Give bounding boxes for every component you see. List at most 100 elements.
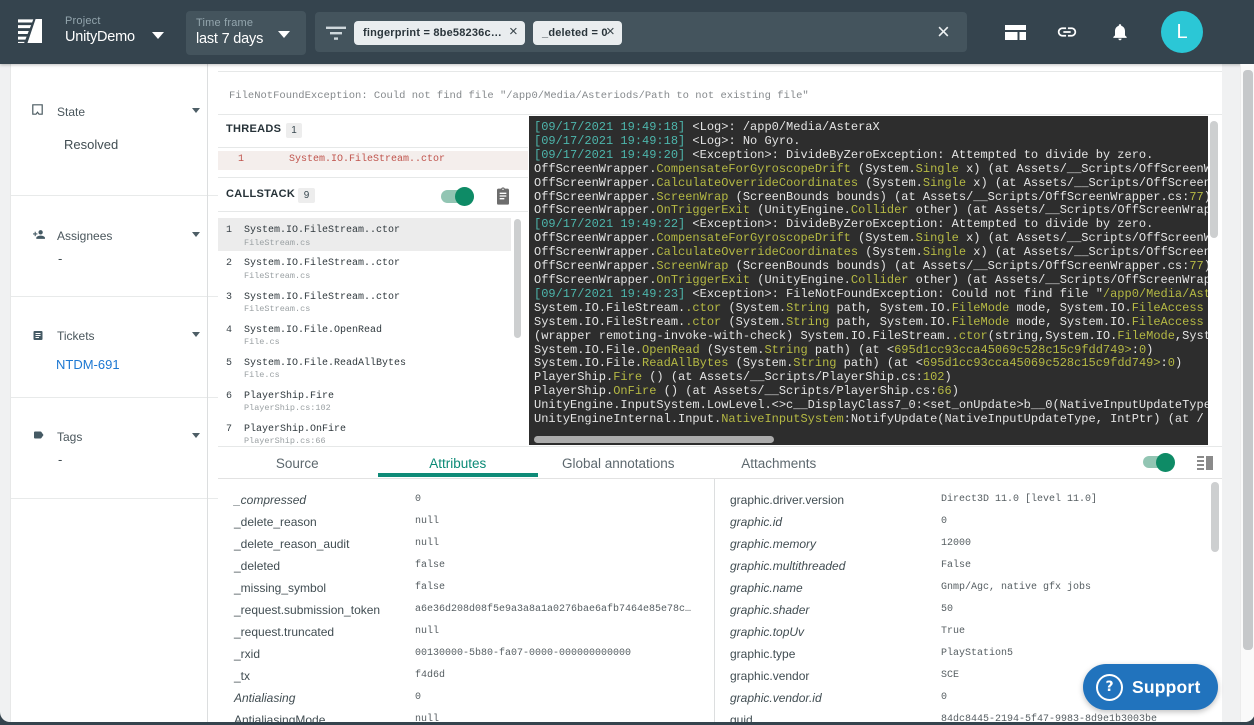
attribute-value: null xyxy=(415,516,439,527)
timeframe-value: last 7 days xyxy=(196,31,263,47)
link-icon[interactable] xyxy=(1056,21,1078,43)
frame-number: 7 xyxy=(226,424,232,435)
frame-number: 1 xyxy=(226,225,232,236)
callstack-toggle-knob[interactable] xyxy=(455,187,474,206)
callstack-frame[interactable]: 7PlayerShip.OnFirePlayerShip.cs:66 xyxy=(218,416,511,449)
console-line: System.IO.File.OpenRead (System.String p… xyxy=(534,344,1208,358)
frame-function: System.IO.FileStream..ctor xyxy=(244,225,400,236)
copy-callstack-clipboard-icon[interactable] xyxy=(495,187,511,205)
callstack-frame[interactable]: 5System.IO.File.ReadAllBytesFile.cs xyxy=(218,350,511,383)
sidebar-section-value: - xyxy=(58,251,62,266)
callstack-heading: CALLSTACK xyxy=(226,188,295,200)
page-scrollbar-thumb[interactable] xyxy=(1243,70,1253,650)
callstack-frame[interactable]: 4System.IO.File.OpenReadFile.cs xyxy=(218,317,511,350)
attribute-name: graphic.vendor xyxy=(730,669,809,683)
timeframe-caret-icon xyxy=(278,31,290,38)
console-line: PlayerShip.OnFire () (at Assets/__Script… xyxy=(534,385,1208,399)
project-dropdown-caret-icon[interactable] xyxy=(152,32,164,39)
tab-attachments[interactable]: Attachments xyxy=(699,448,860,478)
sidebar-section-value: - xyxy=(58,452,62,467)
search-bar[interactable]: fingerprint = 8be58236c…×_deleted = 0× × xyxy=(315,12,967,52)
attribute-name: guid xyxy=(730,713,753,723)
console-line: System.IO.FileStream..ctor (System.Strin… xyxy=(534,316,1208,330)
attribute-name: _missing_symbol xyxy=(234,581,326,595)
thread-number: 1 xyxy=(238,154,244,165)
console-line: OffScreenWrapper.ScreenWrap (ScreenBound… xyxy=(534,191,1208,205)
frame-number: 3 xyxy=(226,292,232,303)
frame-file: File.cs xyxy=(244,337,280,347)
filter-chip-remove-icon[interactable]: × xyxy=(606,23,615,40)
timeframe-selector[interactable]: Time frame last 7 days xyxy=(186,11,306,55)
divider xyxy=(218,211,528,212)
attribute-name: AntialiasingMode xyxy=(234,713,325,723)
section-chevron-icon[interactable] xyxy=(192,332,200,337)
console-line: PlayerShip.Fire () (at Assets/__Scripts/… xyxy=(534,371,1208,385)
attributes-toggle-knob[interactable] xyxy=(1156,453,1175,472)
callstack-frame[interactable]: 6PlayerShip.FirePlayerShip.cs:102 xyxy=(218,383,511,416)
user-avatar[interactable]: L xyxy=(1161,11,1203,53)
attribute-name: graphic.type xyxy=(730,647,795,661)
callstack-frame[interactable]: 3System.IO.FileStream..ctorFileStream.cs xyxy=(218,284,511,317)
filter-chip-remove-icon[interactable]: × xyxy=(509,23,518,40)
support-label: Support xyxy=(1132,677,1200,698)
section-chevron-icon[interactable] xyxy=(192,232,200,237)
attribute-name: _rxid xyxy=(234,647,260,661)
view-list-icon[interactable] xyxy=(1197,456,1213,470)
section-chevron-icon[interactable] xyxy=(192,108,200,113)
dashboard-icon[interactable] xyxy=(1005,25,1026,40)
callstack-scrollbar[interactable] xyxy=(514,219,521,338)
attribute-value: SCE xyxy=(941,670,959,681)
frame-file: PlayerShip.cs:102 xyxy=(244,403,331,413)
filter-icon xyxy=(326,26,346,40)
issue-sidebar: StateResolvedAssignees-TicketsNTDM-691Ta… xyxy=(10,64,218,722)
attribute-name: _compressed xyxy=(234,493,306,507)
tags-icon xyxy=(32,429,45,441)
search-clear-button[interactable]: × xyxy=(937,21,950,43)
sidebar-section-value[interactable]: NTDM-691 xyxy=(56,357,120,372)
section-chevron-icon[interactable] xyxy=(192,433,200,438)
attribute-value: 12000 xyxy=(941,538,971,549)
tickets-icon xyxy=(32,329,44,342)
attribute-name: graphic.multithreaded xyxy=(730,559,845,573)
backtrace-logo-icon[interactable] xyxy=(18,19,42,44)
frame-function: System.IO.FileStream..ctor xyxy=(244,292,400,303)
callstack-frame[interactable]: 2System.IO.FileStream..ctorFileStream.cs xyxy=(218,251,511,284)
attribute-name: _delete_reason_audit xyxy=(234,537,349,551)
divider xyxy=(218,114,1222,115)
console-line: UnityEngineInternal.Input.NativeInputSys… xyxy=(534,413,1208,427)
filter-chip-text: fingerprint = 8be58236c… xyxy=(363,27,502,39)
upper-panel-scrollbar[interactable] xyxy=(1210,121,1218,238)
threads-heading: THREADS xyxy=(226,123,281,135)
timeframe-label: Time frame xyxy=(196,17,253,29)
console-line: OffScreenWrapper.CompensateForGyroscopeD… xyxy=(534,232,1208,246)
attribute-name: _request.truncated xyxy=(234,625,334,639)
filter-chip[interactable]: _deleted = 0× xyxy=(533,21,622,45)
attribute-value: Gnmp/Agc, native gfx jobs xyxy=(941,582,1091,593)
filter-chip[interactable]: fingerprint = 8be58236c… × xyxy=(354,21,525,45)
console-line: OffScreenWrapper.CalculateOverrideCoordi… xyxy=(534,246,1208,260)
sidebar-section-label: State xyxy=(57,105,85,119)
attribute-name: _request.submission_token xyxy=(234,603,380,617)
page-scrollbar[interactable] xyxy=(1240,64,1254,722)
sidebar-section-label: Assignees xyxy=(57,229,112,243)
project-name[interactable]: UnityDemo xyxy=(65,29,135,45)
threads-count-badge: 1 xyxy=(286,123,302,138)
thread-row[interactable]: 1 System.IO.FileStream..ctor xyxy=(218,151,528,170)
notifications-bell-icon[interactable] xyxy=(1110,22,1130,42)
callstack-frame[interactable]: 1System.IO.FileStream..ctorFileStream.cs xyxy=(218,218,511,251)
attribute-name: graphic.driver.version xyxy=(730,493,844,507)
divider xyxy=(218,478,1222,479)
attributes-scrollbar[interactable] xyxy=(1211,482,1219,552)
console-hscrollbar[interactable] xyxy=(534,436,774,443)
attribute-name: graphic.shader xyxy=(730,603,809,617)
console-line: [09/17/2021 19:49:23] <Exception>: FileN… xyxy=(534,288,1208,302)
tab-source[interactable]: Source xyxy=(217,448,378,478)
tab-global-annotations[interactable]: Global annotations xyxy=(538,448,699,478)
debug-console: [09/17/2021 19:49:18] <Log>: /app0/Media… xyxy=(529,116,1208,445)
support-button[interactable]: ? Support xyxy=(1083,664,1218,710)
console-line: OffScreenWrapper.CompensateForGyroscopeD… xyxy=(534,163,1208,177)
divider xyxy=(218,147,528,148)
console-line: OffScreenWrapper.ScreenWrap (ScreenBound… xyxy=(534,260,1208,274)
frame-number: 4 xyxy=(226,325,232,336)
frame-number: 5 xyxy=(226,358,232,369)
